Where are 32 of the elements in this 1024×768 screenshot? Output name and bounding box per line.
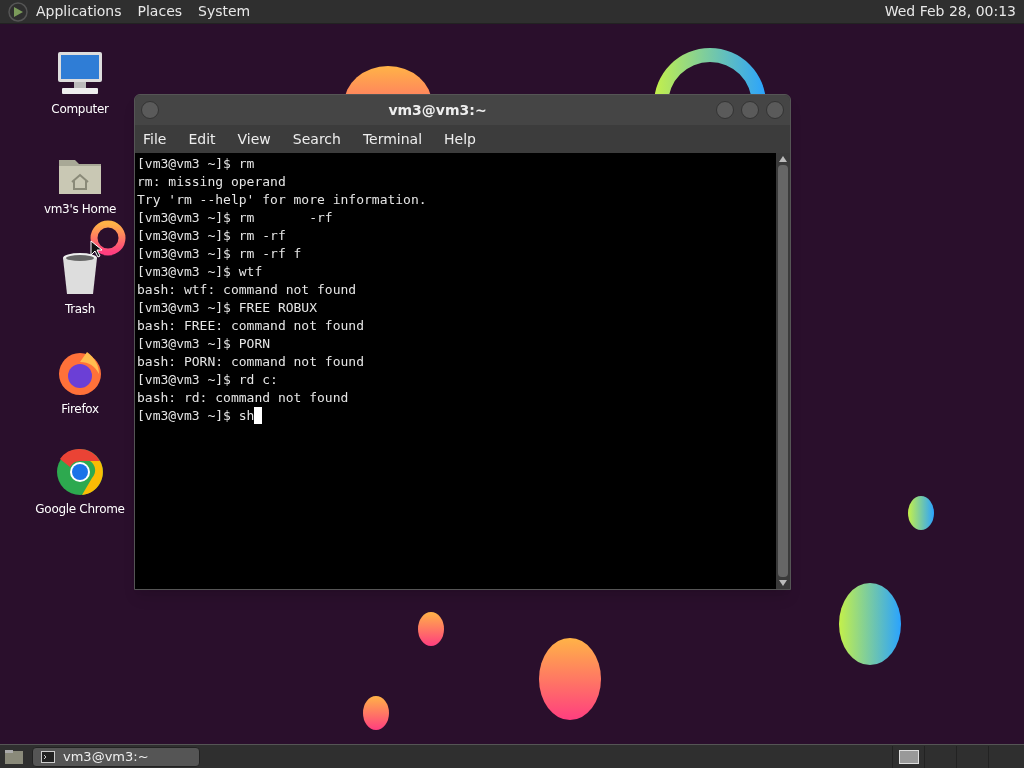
- terminal-line: bash: FREE: command not found: [137, 317, 364, 335]
- terminal-line: [vm3@vm3 ~]$ rm -rf f: [137, 245, 302, 263]
- panel-menu[interactable]: Places: [137, 1, 183, 22]
- task-button[interactable]: vm3@vm3:~: [32, 746, 200, 767]
- terminal-line: bash: rd: command not found: [137, 389, 349, 407]
- desktop-icon-label[interactable]: Computer: [51, 100, 109, 118]
- desktop-icon-label[interactable]: Trash: [64, 300, 96, 318]
- terminal-line: bash: wtf: command not found: [137, 281, 357, 299]
- terminal-line: [vm3@vm3 ~]$ FREE ROBUX: [137, 299, 317, 317]
- terminal-line: bash: PORN: command not found: [137, 353, 364, 371]
- menu-item[interactable]: Help: [444, 128, 476, 150]
- desktop-icon-label[interactable]: Firefox: [61, 400, 99, 418]
- menu-item[interactable]: View: [237, 128, 271, 150]
- panel-menu[interactable]: Applications: [36, 1, 122, 22]
- clock[interactable]: Wed Feb 28, 00:13: [884, 1, 1016, 22]
- window-title: vm3@vm3:~: [387, 100, 488, 120]
- menu-item[interactable]: File: [143, 128, 167, 150]
- desktop-icon-label[interactable]: Google Chrome: [35, 500, 125, 518]
- terminal-line: [vm3@vm3 ~]$ wtf: [137, 263, 263, 281]
- terminal-line: [vm3@vm3 ~]$ rm -rf: [137, 227, 286, 245]
- menu-item[interactable]: Edit: [188, 128, 216, 150]
- terminal-line: [vm3@vm3 ~]$ rm -rf: [137, 209, 333, 227]
- terminal-line: [vm3@vm3 ~]$ sh: [137, 407, 255, 425]
- menu-item[interactable]: Search: [292, 128, 341, 150]
- menu-item[interactable]: Terminal: [362, 128, 423, 150]
- panel-menu[interactable]: System: [198, 1, 251, 22]
- terminal-line: rm: missing operand: [137, 173, 286, 191]
- terminal-line: [vm3@vm3 ~]$ rd c:: [137, 371, 278, 389]
- desktop-icon-label[interactable]: vm3's Home: [43, 200, 117, 218]
- terminal-line: [vm3@vm3 ~]$ rm: [137, 155, 255, 173]
- terminal-line: [vm3@vm3 ~]$ PORN: [137, 335, 271, 353]
- terminal-line: Try 'rm --help' for more information.: [137, 191, 427, 209]
